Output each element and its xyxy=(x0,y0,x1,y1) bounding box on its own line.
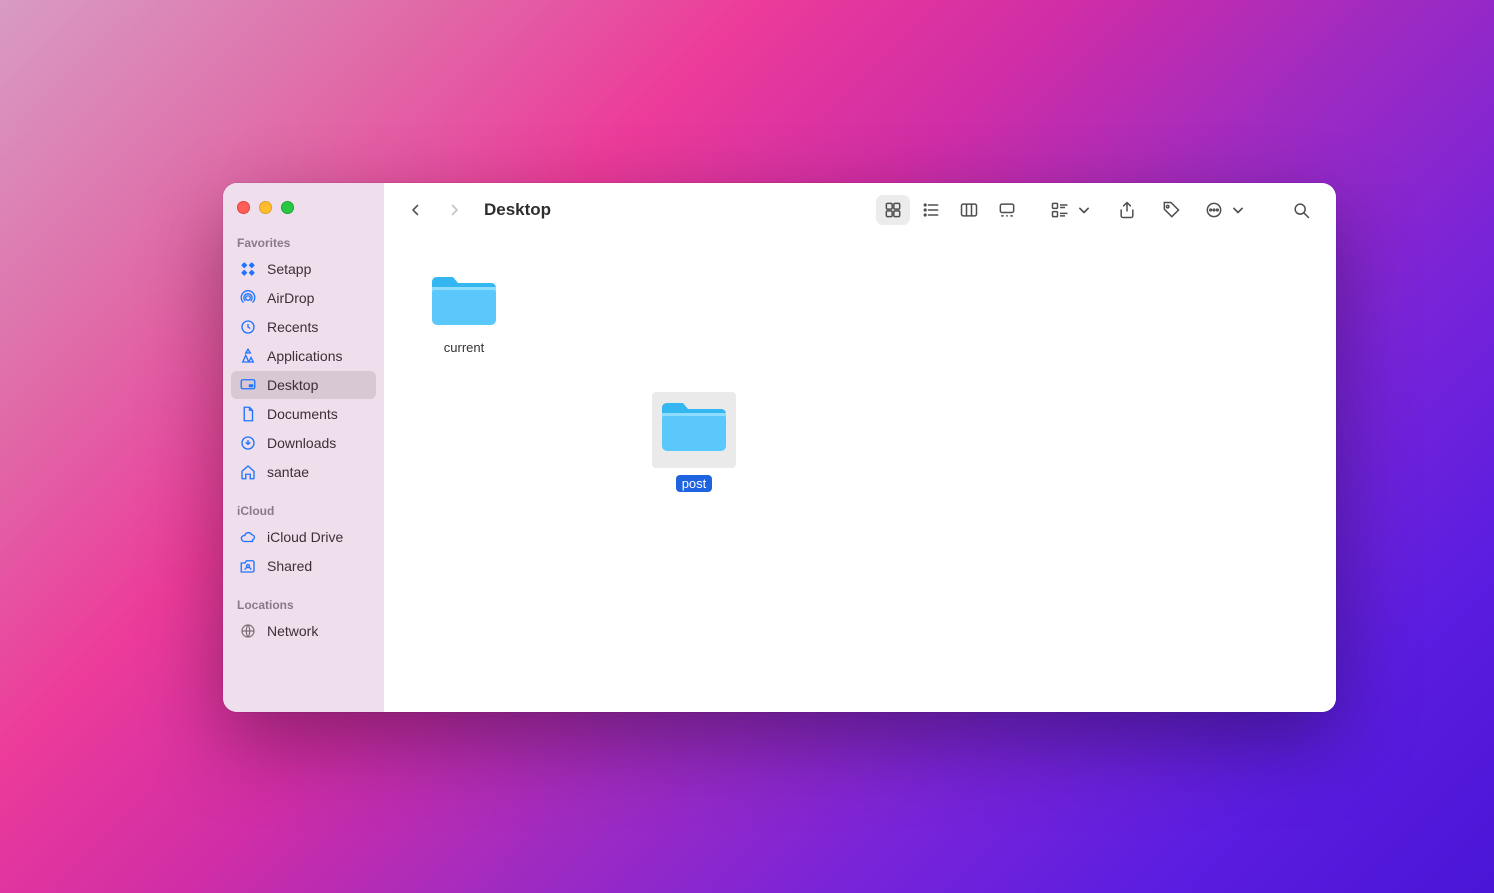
sidebar-item-label: Desktop xyxy=(267,377,318,393)
sidebar-item-airdrop[interactable]: AirDrop xyxy=(231,284,376,312)
sidebar-item-label: iCloud Drive xyxy=(267,529,343,545)
view-icon-button[interactable] xyxy=(876,195,910,225)
toolbar-actions xyxy=(1044,195,1254,225)
minimize-button[interactable] xyxy=(259,201,272,214)
main-pane: Desktop xyxy=(384,183,1336,712)
window-controls xyxy=(231,197,376,232)
folder-icon xyxy=(428,272,500,330)
cloud-icon xyxy=(239,528,257,546)
folder-post[interactable]: post xyxy=(644,392,744,492)
sidebar-item-applications[interactable]: Applications xyxy=(231,342,376,370)
network-icon xyxy=(239,622,257,640)
folder-current[interactable]: current xyxy=(414,272,514,356)
sidebar-section-label: Favorites xyxy=(231,232,376,254)
sidebar-section-icloud: iCloud iCloud Drive Shared xyxy=(231,500,376,580)
sidebar-item-label: santae xyxy=(267,464,309,480)
fullscreen-button[interactable] xyxy=(281,201,294,214)
sidebar-section-label: Locations xyxy=(231,594,376,616)
more-button[interactable] xyxy=(1198,195,1254,225)
documents-icon xyxy=(239,405,257,423)
home-icon xyxy=(239,463,257,481)
sidebar-item-home[interactable]: santae xyxy=(231,458,376,486)
close-button[interactable] xyxy=(237,201,250,214)
sidebar-item-label: Downloads xyxy=(267,435,336,451)
tag-button[interactable] xyxy=(1154,195,1188,225)
folder-icon xyxy=(658,398,730,456)
sidebar-item-label: Recents xyxy=(267,319,318,335)
view-list-button[interactable] xyxy=(914,195,948,225)
back-button[interactable] xyxy=(402,196,430,224)
view-gallery-button[interactable] xyxy=(990,195,1024,225)
sidebar-item-label: AirDrop xyxy=(267,290,314,306)
sidebar-item-label: Network xyxy=(267,623,318,639)
file-grid[interactable]: current post xyxy=(384,237,1336,712)
share-button[interactable] xyxy=(1110,195,1144,225)
group-button[interactable] xyxy=(1044,195,1100,225)
sidebar-item-downloads[interactable]: Downloads xyxy=(231,429,376,457)
downloads-icon xyxy=(239,434,257,452)
window-title: Desktop xyxy=(484,200,551,220)
sidebar: Favorites Setapp AirDrop Recents Applica… xyxy=(223,183,384,712)
file-label: current xyxy=(440,339,488,356)
view-column-button[interactable] xyxy=(952,195,986,225)
chevron-down-icon xyxy=(1074,200,1094,220)
search-button[interactable] xyxy=(1284,195,1318,225)
sidebar-item-setapp[interactable]: Setapp xyxy=(231,255,376,283)
sidebar-item-label: Applications xyxy=(267,348,343,364)
finder-window: Favorites Setapp AirDrop Recents Applica… xyxy=(223,183,1336,712)
forward-button[interactable] xyxy=(440,196,468,224)
sidebar-item-label: Shared xyxy=(267,558,312,574)
sidebar-item-network[interactable]: Network xyxy=(231,617,376,645)
airdrop-icon xyxy=(239,289,257,307)
sidebar-item-label: Setapp xyxy=(267,261,311,277)
setapp-icon xyxy=(239,260,257,278)
sidebar-item-label: Documents xyxy=(267,406,338,422)
sidebar-item-icloud-drive[interactable]: iCloud Drive xyxy=(231,523,376,551)
sidebar-section-label: iCloud xyxy=(231,500,376,522)
view-switcher xyxy=(876,195,1024,225)
shared-folder-icon xyxy=(239,557,257,575)
sidebar-section-locations: Locations Network xyxy=(231,594,376,645)
desktop-icon xyxy=(239,376,257,394)
sidebar-item-documents[interactable]: Documents xyxy=(231,400,376,428)
toolbar: Desktop xyxy=(384,183,1336,237)
clock-icon xyxy=(239,318,257,336)
chevron-down-icon xyxy=(1228,200,1248,220)
sidebar-item-shared[interactable]: Shared xyxy=(231,552,376,580)
sidebar-section-favorites: Favorites Setapp AirDrop Recents Applica… xyxy=(231,232,376,486)
file-label: post xyxy=(676,475,713,492)
sidebar-item-desktop[interactable]: Desktop xyxy=(231,371,376,399)
sidebar-item-recents[interactable]: Recents xyxy=(231,313,376,341)
applications-icon xyxy=(239,347,257,365)
